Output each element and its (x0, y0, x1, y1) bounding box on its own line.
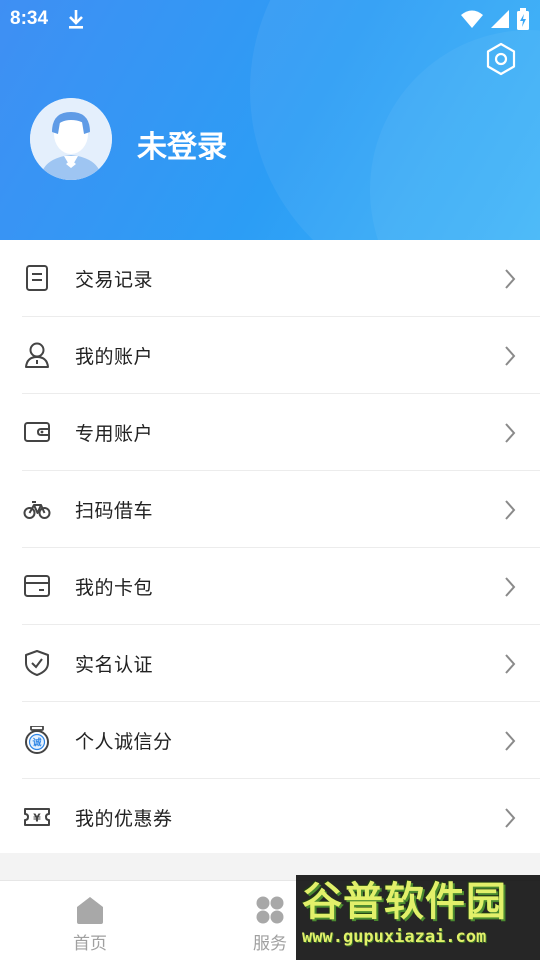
chevron-right-icon (505, 423, 516, 443)
watermark-url: www.gupuxiazai.com (302, 927, 487, 947)
menu-item-label: 我的账户 (75, 346, 154, 368)
chevron-right-icon (505, 500, 516, 520)
coupon-icon: ¥ (24, 808, 50, 826)
profile-header: 8:34 未登录 (0, 0, 540, 240)
menu-item-label: 我的卡包 (75, 577, 154, 599)
menu-item-transactions[interactable]: 交易记录 (0, 240, 540, 317)
status-bar: 8:34 (0, 0, 540, 38)
signal-icon (491, 10, 509, 28)
menu-list: 交易记录 我的账户 专用账户 扫码借车 我的卡包 实名认证 诚 个人诚信分 ¥ … (0, 240, 540, 853)
menu-item-scan-bike[interactable]: 扫码借车 (0, 471, 540, 548)
menu-item-label: 实名认证 (75, 654, 154, 676)
chevron-right-icon (505, 577, 516, 597)
nav-label: 首页 (73, 934, 107, 954)
settings-icon[interactable] (484, 42, 518, 76)
menu-item-label: 我的优惠券 (75, 808, 173, 830)
card-icon (24, 575, 50, 597)
menu-item-coupons[interactable]: ¥ 我的优惠券 (0, 779, 540, 856)
chevron-right-icon (505, 269, 516, 289)
coupon-badge-text: ¥ (33, 812, 41, 825)
menu-item-dedicated-account[interactable]: 专用账户 (0, 394, 540, 471)
menu-item-card-wallet[interactable]: 我的卡包 (0, 548, 540, 625)
menu-item-label: 专用账户 (75, 423, 154, 445)
nav-item-home[interactable]: 首页 (35, 881, 145, 960)
wifi-icon (461, 10, 483, 28)
menu-item-real-name-auth[interactable]: 实名认证 (0, 625, 540, 702)
user-icon (25, 342, 49, 368)
chevron-right-icon (505, 731, 516, 751)
default-avatar-icon (30, 98, 112, 180)
menu-item-my-account[interactable]: 我的账户 (0, 317, 540, 394)
status-indicators (460, 8, 530, 30)
credit-badge-text: 诚 (32, 737, 41, 749)
menu-item-label: 个人诚信分 (75, 731, 173, 753)
home-icon (77, 897, 103, 924)
chevron-right-icon (505, 654, 516, 674)
status-time: 8:34 (10, 8, 49, 29)
services-icon (256, 896, 284, 924)
download-icon (69, 10, 84, 29)
username-label[interactable]: 未登录 (137, 122, 227, 166)
bike-icon (23, 501, 51, 519)
watermark: 谷普软件园 www.gupuxiazai.com (296, 875, 540, 960)
watermark-title: 谷普软件园 (302, 879, 507, 925)
menu-item-credit-score[interactable]: 诚 个人诚信分 (0, 702, 540, 779)
chevron-right-icon (505, 346, 516, 366)
menu-item-label: 扫码借车 (75, 500, 154, 522)
credit-badge-icon: 诚 (25, 726, 49, 754)
menu-item-label: 交易记录 (75, 269, 154, 291)
wallet-icon (24, 422, 50, 442)
shield-check-icon (25, 650, 49, 676)
battery-icon (517, 8, 529, 30)
avatar[interactable] (30, 98, 112, 180)
chevron-right-icon (505, 808, 516, 828)
receipt-icon (26, 265, 48, 291)
